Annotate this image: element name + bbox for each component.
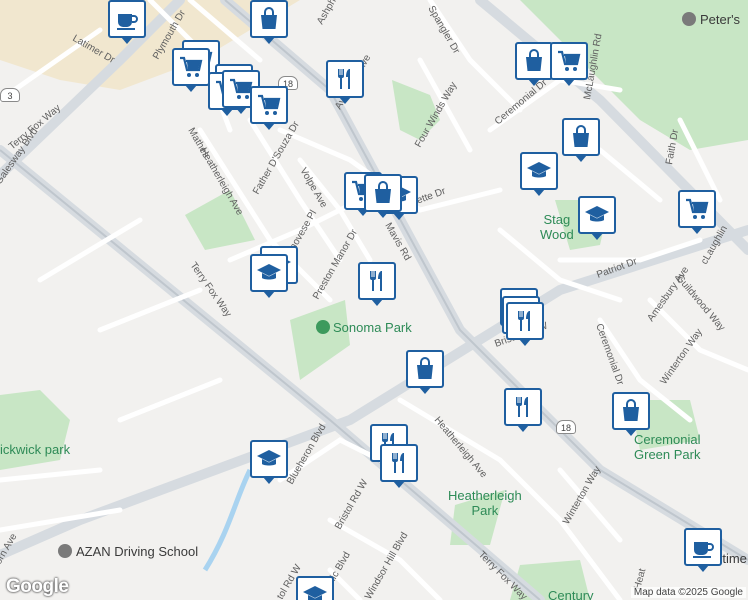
highway-shield: 3 xyxy=(0,88,20,102)
school-marker[interactable] xyxy=(250,440,288,484)
place-icon xyxy=(58,544,72,558)
shopping-marker[interactable] xyxy=(406,350,444,394)
shopping-icon xyxy=(417,357,433,379)
restaurant-icon xyxy=(392,453,404,473)
place-label-century: Century xyxy=(548,588,594,600)
grocery-icon xyxy=(258,94,281,115)
svg-text:Ceremonial Dr: Ceremonial Dr xyxy=(493,77,550,127)
cafe-marker[interactable] xyxy=(108,0,146,44)
grocery-icon xyxy=(180,56,203,77)
park-label-heatherleigh[interactable]: Heatherleigh Park xyxy=(448,488,522,518)
park-label-ceremonial[interactable]: Ceremonial Green Park xyxy=(634,432,700,462)
svg-text:Amesbury Ave: Amesbury Ave xyxy=(645,264,691,323)
shopping-icon xyxy=(261,7,277,29)
place-icon xyxy=(682,12,696,26)
restaurant-icon xyxy=(338,69,350,89)
restaurant-marker[interactable] xyxy=(380,444,418,488)
shopping-marker[interactable] xyxy=(562,118,600,162)
park-label-pickwick[interactable]: ickwick park xyxy=(0,442,70,457)
cafe-icon xyxy=(117,14,138,30)
shopping-marker[interactable] xyxy=(250,0,288,44)
restaurant-marker[interactable] xyxy=(358,262,396,306)
svg-text:Ashph: Ashph xyxy=(315,0,339,26)
restaurant-marker[interactable] xyxy=(504,388,542,432)
grocery-marker[interactable] xyxy=(172,48,210,92)
grocery-icon xyxy=(558,50,581,71)
school-marker[interactable] xyxy=(250,254,288,298)
school-icon xyxy=(585,206,609,222)
cafe-marker[interactable] xyxy=(684,528,722,572)
shopping-marker[interactable] xyxy=(364,174,402,218)
shopping-icon xyxy=(375,181,391,203)
restaurant-icon xyxy=(518,311,530,331)
restaurant-marker[interactable] xyxy=(506,302,544,346)
google-logo: Google xyxy=(6,576,69,597)
svg-text:Spangler Dr: Spangler Dr xyxy=(425,4,462,56)
shopping-marker[interactable] xyxy=(612,392,650,436)
restaurant-icon xyxy=(516,397,528,417)
place-label-peters[interactable]: Peter's xyxy=(682,12,740,27)
grocery-marker[interactable] xyxy=(250,86,288,130)
place-label-rtime: rtime xyxy=(718,551,747,566)
school-icon xyxy=(303,586,327,600)
svg-text:Winterton Way: Winterton Way xyxy=(658,327,704,387)
grocery-icon xyxy=(686,198,709,219)
highway-shield: 18 xyxy=(556,420,576,434)
shopping-icon xyxy=(623,399,639,421)
park-label-sonoma[interactable]: Sonoma Park xyxy=(316,320,412,335)
school-marker[interactable] xyxy=(296,576,334,600)
school-icon xyxy=(257,450,281,466)
cafe-icon xyxy=(693,542,714,558)
school-marker[interactable] xyxy=(520,152,558,196)
place-label-azan[interactable]: AZAN Driving School xyxy=(58,544,198,559)
shopping-marker[interactable] xyxy=(515,42,553,86)
shopping-icon xyxy=(573,125,589,147)
svg-text:Preston Manor Dr: Preston Manor Dr xyxy=(311,227,360,301)
map-attribution[interactable]: Map data ©2025 Google xyxy=(630,587,746,598)
svg-text:Bristol Rd W: Bristol Rd W xyxy=(333,477,371,531)
restaurant-icon xyxy=(370,271,382,291)
map-canvas[interactable]: Latimer Dr Plymouth Dr Terry Fox Way Gal… xyxy=(0,0,748,600)
school-icon xyxy=(257,264,281,280)
restaurant-marker[interactable] xyxy=(326,60,364,104)
grocery-marker[interactable] xyxy=(550,42,588,86)
grocery-marker[interactable] xyxy=(678,190,716,234)
school-marker[interactable] xyxy=(578,196,616,240)
tree-icon xyxy=(316,320,330,334)
svg-text:Winterton Way: Winterton Way xyxy=(561,465,603,527)
park-label-stag-wood[interactable]: Stag Wood xyxy=(540,212,574,242)
shopping-icon xyxy=(526,49,542,71)
school-icon xyxy=(527,162,551,178)
